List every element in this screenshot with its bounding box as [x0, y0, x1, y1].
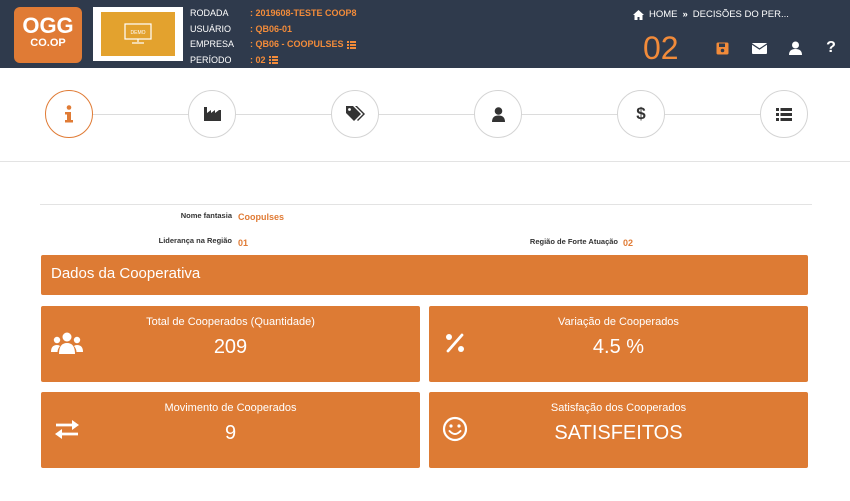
step-factory[interactable]	[188, 90, 236, 138]
info-value: : QB06-01	[250, 23, 293, 34]
mail-icon[interactable]	[751, 40, 767, 56]
info-label: EMPRESA	[190, 39, 235, 49]
info-value: : QB06 - COOPULSES	[250, 37, 356, 53]
card-value: 4.5 %	[592, 336, 645, 358]
user-icon	[491, 106, 505, 122]
session-info: RODADA : 2019608-TESTE COOP8 USUÁRIO : Q…	[190, 6, 357, 68]
nome-fantasia-value: Coopulses	[238, 212, 285, 222]
step-info[interactable]	[45, 90, 93, 138]
divider	[0, 161, 850, 162]
demo-banner: DEMO	[93, 7, 183, 61]
help-icon[interactable]: ?	[823, 39, 839, 56]
step-tags[interactable]	[331, 90, 379, 138]
ogg-coop-logo[interactable]: OGG CO.OP	[14, 7, 82, 63]
card-satisfacao-cooperados: Satisfação dos Cooperados SATISFEITOS	[429, 392, 808, 468]
card-movimento-cooperados: Movimento de Cooperados 9	[41, 392, 420, 468]
home-icon[interactable]	[633, 9, 644, 20]
card-value: SATISFEITOS	[554, 422, 683, 444]
list-icon[interactable]	[346, 40, 356, 49]
logo-sub-text: CO.OP	[30, 37, 66, 49]
nome-fantasia-label: Nome fantasia	[180, 211, 232, 220]
info-label: USUÁRIO	[190, 23, 232, 34]
card-title: Satisfação dos Cooperados	[550, 402, 687, 414]
breadcrumb-separator: »	[682, 9, 688, 20]
demo-monitor-icon: DEMO	[101, 12, 175, 56]
regiao-forte-label: Região de Forte Atuação	[529, 237, 618, 246]
top-header: OGG CO.OP DEMO RODADA : 2019608-TESTE CO…	[0, 0, 850, 68]
card-value: 9	[224, 422, 237, 444]
card-title: Total de Cooperados (Quantidade)	[146, 316, 315, 328]
list-icon[interactable]	[268, 56, 278, 65]
card-title: Movimento de Cooperados	[164, 402, 297, 414]
info-label: RODADA	[190, 8, 229, 18]
section-title-bar: Dados da Cooperativa	[41, 255, 808, 295]
breadcrumb-home[interactable]: HOME	[649, 9, 678, 20]
step-list[interactable]	[760, 90, 808, 138]
info-row-empresa: EMPRESA : QB06 - COOPULSES	[190, 37, 357, 53]
tags-icon	[345, 106, 365, 121]
info-row-periodo: PERÍODO : 02	[190, 53, 357, 69]
card-value: 209	[213, 336, 248, 358]
step-user[interactable]	[474, 90, 522, 138]
card-variacao-cooperados: Variação de Cooperados 4.5 %	[429, 306, 808, 382]
factory-icon	[203, 107, 221, 121]
demo-label: DEMO	[131, 30, 146, 36]
info-row-usuario: USUÁRIO : QB06-01	[190, 22, 357, 38]
steps-connector	[70, 114, 782, 115]
step-dollar[interactable]: $	[617, 90, 665, 138]
card-total-cooperados: Total de Cooperados (Quantidade) 209	[41, 306, 420, 382]
user-icon[interactable]	[787, 40, 803, 56]
logo-main-text: OGG	[22, 13, 74, 38]
info-label: PERÍODO	[190, 54, 232, 65]
info-icon	[65, 105, 73, 123]
info-value: : 2019608-TESTE COOP8	[250, 8, 357, 18]
list-icon	[776, 107, 792, 121]
regiao-forte-value: 02	[623, 238, 634, 248]
breadcrumb: HOME » DECISÕES DO PER...	[633, 9, 789, 20]
round-number: 02	[643, 30, 679, 66]
lideranca-value: 01	[238, 238, 249, 248]
save-icon[interactable]	[714, 40, 730, 56]
lideranca-label: Liderança na Região	[158, 236, 232, 245]
breadcrumb-current: DECISÕES DO PER...	[692, 9, 789, 20]
card-title: Variação de Cooperados	[558, 316, 679, 328]
info-value: : 02	[250, 53, 278, 69]
dollar-icon: $	[636, 104, 646, 123]
divider	[40, 204, 812, 205]
info-row-rodada: RODADA : 2019608-TESTE COOP8	[190, 6, 357, 22]
